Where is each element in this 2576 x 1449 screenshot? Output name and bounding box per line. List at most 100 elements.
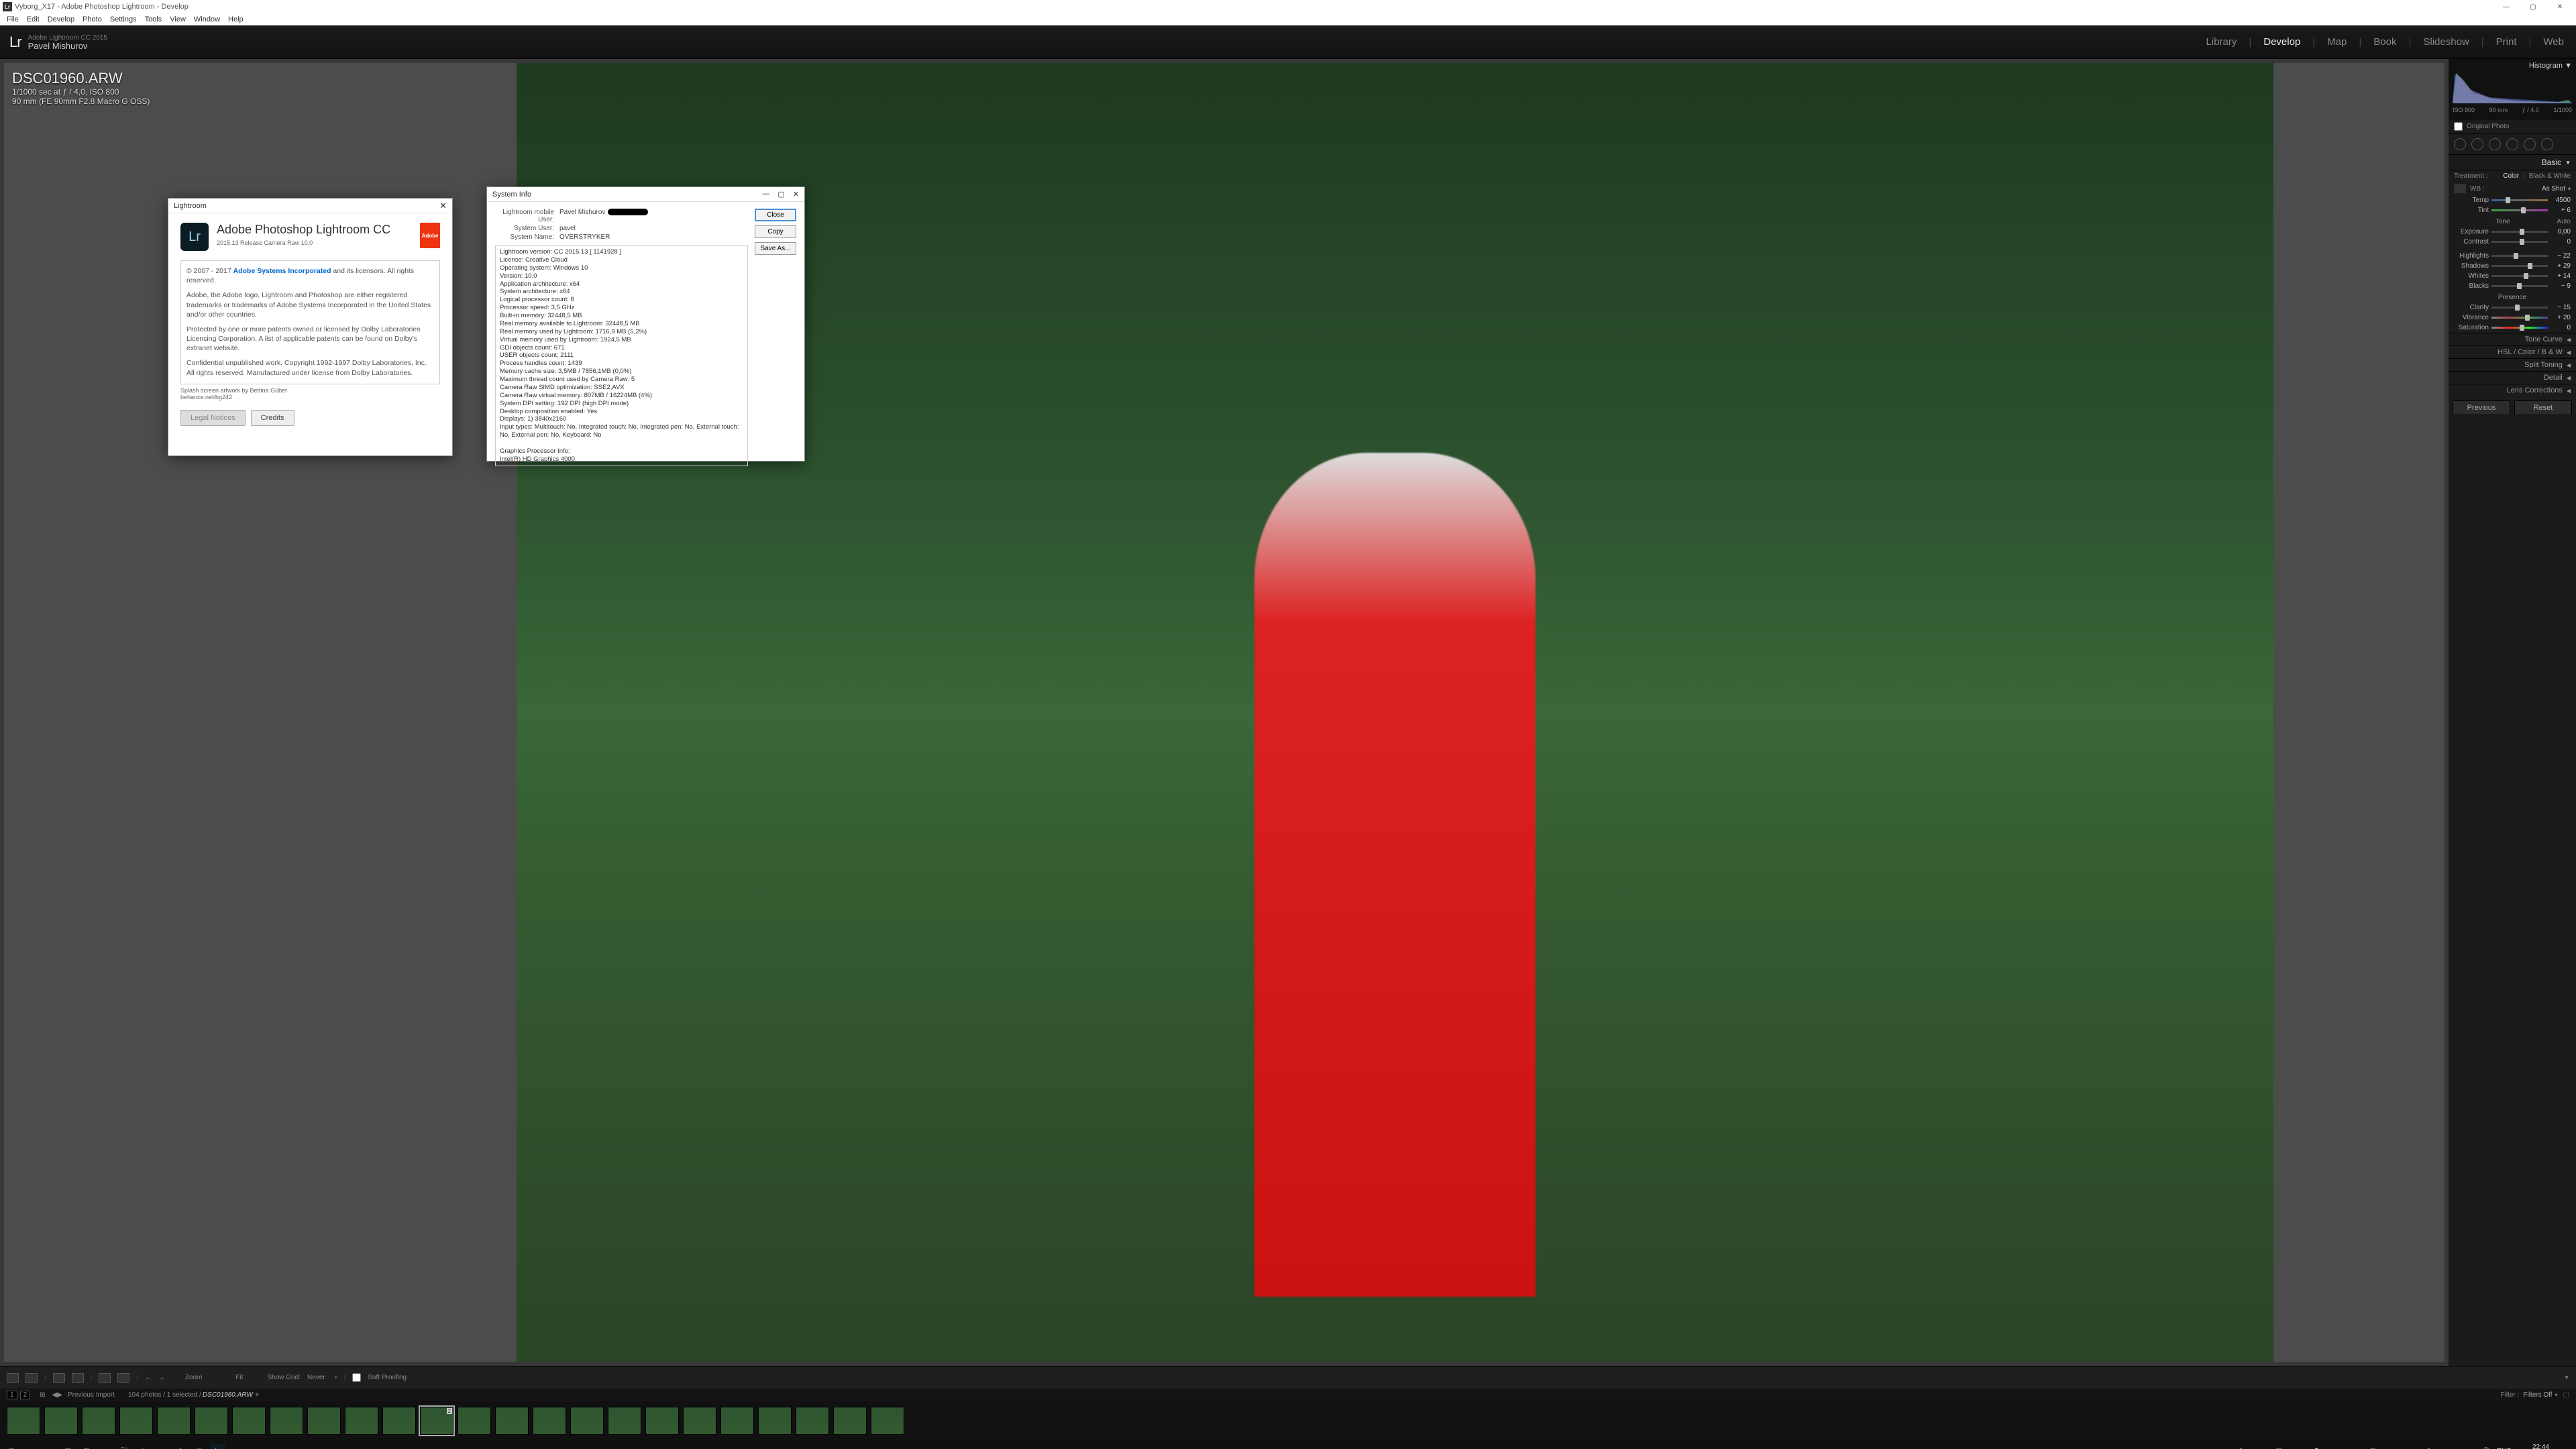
app-icon[interactable]: ▦ xyxy=(79,1444,94,1449)
tint-slider[interactable] xyxy=(2491,209,2548,211)
menu-file[interactable]: File xyxy=(3,15,23,23)
previous-button[interactable]: Previous xyxy=(2453,400,2510,415)
showgrid-value[interactable]: Never xyxy=(307,1374,325,1381)
notifications-icon[interactable]: ▭ xyxy=(2557,1444,2572,1449)
module-web[interactable]: Web xyxy=(2540,36,2567,48)
filmstrip-thumb[interactable] xyxy=(796,1407,829,1435)
module-slideshow[interactable]: Slideshow xyxy=(2420,36,2471,48)
eyedropper-icon[interactable] xyxy=(2454,184,2466,193)
prev-photo-icon[interactable]: ← xyxy=(145,1374,152,1381)
panel-detail[interactable]: Detail◀ xyxy=(2449,371,2576,384)
close-button[interactable]: ✕ xyxy=(2546,0,2573,13)
toolbar-menu-icon[interactable]: ▼ xyxy=(2564,1375,2569,1381)
filmstrip-thumb[interactable] xyxy=(533,1407,566,1435)
filter-lock-icon[interactable]: ⬚ xyxy=(2563,1391,2569,1399)
clock[interactable]: 22:44 26.10.2017 xyxy=(2516,1444,2549,1449)
tray-icon[interactable]: ◑ xyxy=(2290,1444,2305,1449)
grid-view-icon[interactable]: ⊞ xyxy=(40,1391,45,1399)
tray-icon[interactable]: ☁ xyxy=(2384,1444,2399,1449)
sysinfo-close-button[interactable]: Close xyxy=(755,209,796,221)
start-button[interactable]: ⊞ xyxy=(4,1444,19,1449)
exposure-slider[interactable] xyxy=(2491,231,2548,233)
filmstrip-thumb[interactable] xyxy=(720,1407,754,1435)
filmstrip-thumb[interactable] xyxy=(570,1407,604,1435)
menu-edit[interactable]: Edit xyxy=(23,15,44,23)
auto-tone-button[interactable]: Auto xyxy=(2557,218,2571,225)
minimize-button[interactable]: — xyxy=(2493,0,2520,13)
whites-slider[interactable] xyxy=(2491,275,2548,277)
sysinfo-close-icon[interactable]: ✕ xyxy=(793,190,799,199)
menu-help[interactable]: Help xyxy=(224,15,248,23)
zoom-fit[interactable]: Fit xyxy=(235,1374,243,1381)
tray-icon[interactable]: ⟳ xyxy=(2234,1444,2249,1449)
softproof-checkbox[interactable] xyxy=(352,1373,361,1382)
tray-icon[interactable]: ⟳ xyxy=(2422,1444,2436,1449)
menu-settings[interactable]: Settings xyxy=(106,15,141,23)
filmstrip-thumb[interactable] xyxy=(871,1407,904,1435)
sysinfo-save-button[interactable]: Save As... xyxy=(755,242,796,255)
original-checkbox[interactable] xyxy=(2454,122,2463,131)
filmstrip-thumb[interactable] xyxy=(195,1407,228,1435)
gradient-tool-icon[interactable] xyxy=(2506,138,2518,150)
sysinfo-copy-button[interactable]: Copy xyxy=(755,225,796,238)
shadows-slider[interactable] xyxy=(2491,265,2548,267)
filmstrip-thumb[interactable] xyxy=(645,1407,679,1435)
source-label[interactable]: Previous Import xyxy=(68,1391,115,1399)
outlook-icon[interactable]: ✉ xyxy=(192,1444,207,1449)
app-icon[interactable]: ◆ xyxy=(98,1444,113,1449)
about-dialog-titlebar[interactable]: Lightroom ✕ xyxy=(168,199,452,213)
maximize-button[interactable]: ▢ xyxy=(2520,0,2546,13)
module-library[interactable]: Library xyxy=(2203,36,2239,48)
sysinfo-titlebar[interactable]: System Info — ▢ ✕ xyxy=(487,187,804,202)
module-map[interactable]: Map xyxy=(2324,36,2349,48)
sysinfo-maximize-icon[interactable]: ▢ xyxy=(777,190,784,199)
sysinfo-minimize-icon[interactable]: — xyxy=(762,190,769,199)
swap-icon[interactable] xyxy=(117,1373,129,1383)
filmstrip-thumb-selected[interactable]: 2 xyxy=(420,1407,453,1435)
filmstrip-thumb[interactable] xyxy=(495,1407,529,1435)
filmstrip-thumb[interactable] xyxy=(833,1407,867,1435)
brush-tool-icon[interactable] xyxy=(2541,138,2553,150)
app-icon[interactable]: ✳ xyxy=(136,1444,150,1449)
module-print[interactable]: Print xyxy=(2493,36,2520,48)
firefox-icon[interactable]: 🜂 xyxy=(154,1444,169,1449)
filmstrip-thumb[interactable] xyxy=(683,1407,716,1435)
panel-hsl[interactable]: HSL / Color / B & W◀ xyxy=(2449,345,2576,358)
calculator-icon[interactable]: ▦ xyxy=(60,1444,75,1449)
treatment-bw[interactable]: Black & White xyxy=(2529,172,2571,180)
about-close-icon[interactable]: ✕ xyxy=(439,201,447,211)
before-after-icon[interactable] xyxy=(25,1373,38,1383)
filmstrip-thumb[interactable] xyxy=(608,1407,641,1435)
wb-value[interactable]: As Shot xyxy=(2542,185,2565,193)
tray-icon[interactable]: ▣ xyxy=(2365,1444,2380,1449)
menu-photo[interactable]: Photo xyxy=(78,15,106,23)
module-book[interactable]: Book xyxy=(2371,36,2399,48)
menu-tools[interactable]: Tools xyxy=(141,15,166,23)
clarity-slider[interactable] xyxy=(2491,307,2548,309)
filmstrip-thumb[interactable] xyxy=(44,1407,78,1435)
flag-icon[interactable] xyxy=(99,1373,111,1383)
filmstrip-thumb[interactable] xyxy=(307,1407,341,1435)
filmstrip-thumb[interactable] xyxy=(270,1407,303,1435)
contrast-slider[interactable] xyxy=(2491,241,2548,243)
explorer-icon[interactable]: 🗀 xyxy=(117,1444,131,1449)
temp-slider[interactable] xyxy=(2491,199,2548,201)
filmstrip-thumb[interactable] xyxy=(758,1407,792,1435)
loupe-view-icon[interactable] xyxy=(7,1373,19,1383)
tray-icon[interactable]: ♪ xyxy=(2440,1444,2455,1449)
credits-button[interactable]: Credits xyxy=(251,410,294,426)
filmstrip-thumb[interactable] xyxy=(458,1407,491,1435)
back-icon[interactable]: ◀ xyxy=(52,1391,58,1399)
filmstrip-thumb[interactable] xyxy=(382,1407,416,1435)
treatment-color[interactable]: Color xyxy=(2503,172,2519,180)
display-2-button[interactable]: 2 xyxy=(20,1391,31,1399)
tray-icon[interactable]: ◧ xyxy=(2271,1444,2286,1449)
vibrance-slider[interactable] xyxy=(2491,317,2548,319)
about-legal-text[interactable]: © 2007 - 2017 Adobe Systems Incorporated… xyxy=(180,260,440,384)
task-view-icon[interactable]: ▭ xyxy=(42,1444,56,1449)
next-photo-icon[interactable]: → xyxy=(158,1374,165,1381)
tray-icon[interactable]: ◔ xyxy=(2403,1444,2418,1449)
sysinfo-text[interactable]: Lightroom version: CC 2015.13 [ 1141928 … xyxy=(495,245,748,466)
menu-window[interactable]: Window xyxy=(190,15,224,23)
filmstrip-thumb[interactable] xyxy=(7,1407,40,1435)
